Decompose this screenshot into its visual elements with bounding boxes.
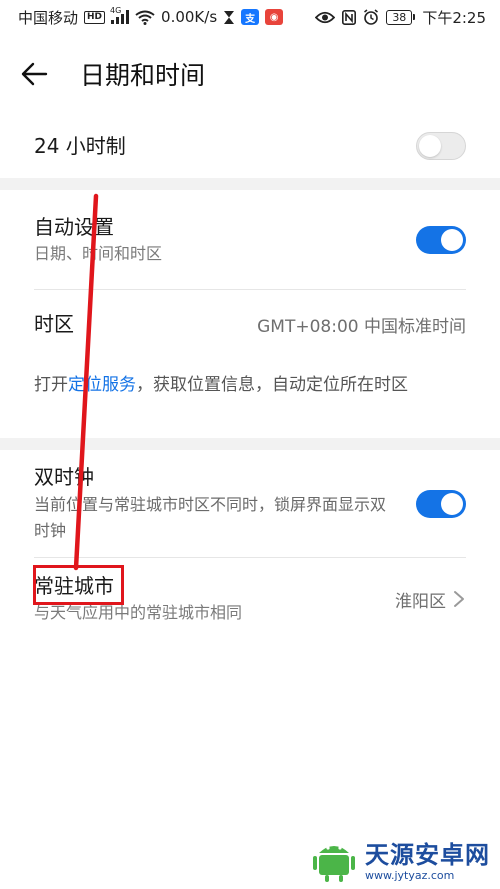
hourglass-icon [223,10,235,25]
location-info-text: 打开定位服务，获取位置信息，自动定位所在时区 [34,370,466,400]
dual-clock-label: 双时钟 [34,465,94,489]
watermark-url: www.jytyaz.com [365,868,455,882]
dual-clock-toggle[interactable] [416,490,466,518]
battery-level: 38 [386,9,413,25]
network-speed: 0.00K/s [161,8,218,26]
auto-set-label: 自动设置 [34,215,114,239]
auto-set-toggle[interactable] [416,226,466,254]
row-right [416,132,466,160]
setting-row-timezone[interactable]: 时区 GMT+08:00 中国标准时间 [34,304,466,344]
status-bar: 中国移动 HD 4G 0.00K/s 支 ◉ 38 下午2:25 [0,0,500,34]
setting-row-auto-set[interactable]: 自动设置 日期、时间和时区 [34,211,466,269]
row-divider [34,557,466,558]
page-title: 日期和时间 [80,61,206,90]
setting-row-dual-clock[interactable]: 双时钟 当前位置与常驻城市时区不同时，锁屏界面显示双时钟 [34,462,466,546]
status-time: 下午2:25 [422,8,486,27]
row-right: 淮阳区 [395,587,466,612]
dual-clock-description: 当前位置与常驻城市时区不同时，锁屏界面显示双时钟 [34,495,387,540]
status-right: 38 下午2:25 [315,7,486,28]
battery-tip [413,14,416,20]
app-bar: 日期和时间 [0,44,500,104]
back-arrow-icon [21,62,48,86]
chevron-right-icon [454,591,464,607]
toggle-knob [441,493,463,515]
timezone-label: 时区 [34,312,74,336]
row-divider [34,289,466,290]
toggle-knob [441,229,463,251]
nfc-icon [342,9,357,25]
location-info-prefix: 打开 [34,375,68,395]
row-text: 时区 [34,311,74,337]
back-button[interactable] [20,44,80,104]
watermark-name: 天源安卓网 [365,840,490,869]
watermark: 天源安卓网 www.jytyaz.com [309,839,490,883]
annotation-highlight-box [33,565,124,605]
auto-set-description: 日期、时间和时区 [34,244,163,263]
status-left: 中国移动 HD 4G 0.00K/s 支 ◉ [18,6,284,28]
row-right [416,490,466,518]
android-logo-icon [313,846,355,882]
carrier-label: 中国移动 [18,8,79,27]
row-text: 双时钟 当前位置与常驻城市时区不同时，锁屏界面显示双时钟 [34,464,394,544]
home-city-value: 淮阳区 [395,591,446,612]
row-right [416,226,466,254]
section-divider [0,438,500,450]
section-divider [0,178,500,190]
location-info-suffix: ，获取位置信息，自动定位所在时区 [136,375,408,395]
row-right: GMT+08:00 中国标准时间 [257,312,466,337]
location-service-link[interactable]: 定位服务 [68,375,136,395]
hour24-toggle[interactable] [416,132,466,160]
toggle-knob [419,134,441,157]
hour24-label: 24 小时制 [34,134,126,158]
row-text: 24 小时制 [34,133,126,159]
eye-icon [315,11,336,24]
row-text: 自动设置 日期、时间和时区 [34,214,162,266]
battery-icon: 38 [386,9,416,25]
alipay-icon: 支 [241,9,260,25]
wifi-icon [135,10,155,25]
watermark-text: 天源安卓网 www.jytyaz.com [365,841,490,882]
signal-icon: 4G [110,6,130,24]
alarm-icon [363,9,379,25]
app-icon: ◉ [265,9,284,25]
network-type-label: 4G [110,6,122,15]
timezone-value: GMT+08:00 中国标准时间 [257,316,466,337]
setting-row-24-hour[interactable]: 24 小时制 [34,124,466,168]
hd-icon: HD [84,10,106,24]
